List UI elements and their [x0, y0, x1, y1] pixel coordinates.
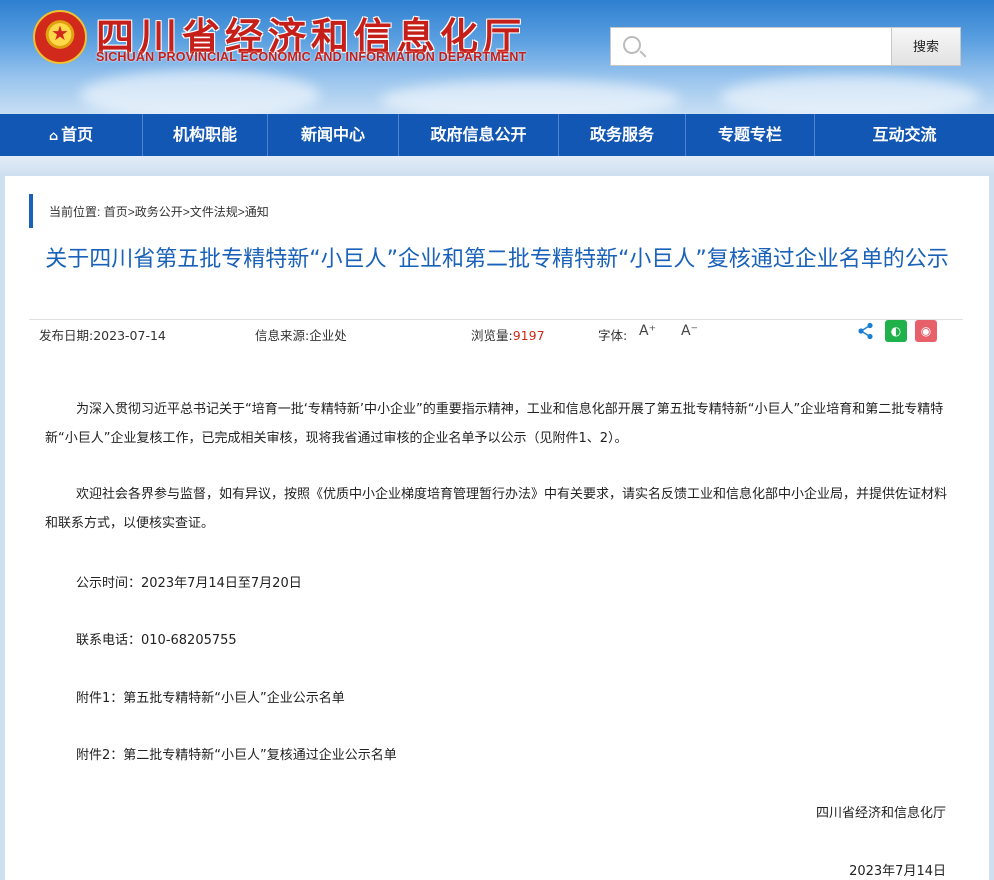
breadcrumb-marker	[29, 194, 33, 228]
attachment-1-link[interactable]: 附件1：第五批专精特新“小巨人”企业公示名单	[76, 687, 345, 706]
breadcrumb: 当前位置: 首页>政务公开>文件法规>通知	[49, 203, 269, 220]
nav-item-home[interactable]: ⌂ 首页	[0, 114, 143, 156]
font-decrease-button[interactable]: A⁻	[681, 323, 698, 339]
home-icon: ⌂	[48, 129, 59, 144]
national-emblem-icon	[33, 10, 87, 64]
search-box	[610, 27, 892, 66]
article-title: 关于四川省第五批专精特新“小巨人”企业和第二批专精特新“小巨人”复核通过企业名单…	[45, 247, 949, 272]
banner-band	[0, 156, 994, 176]
notice-time: 公示时间：2023年7月14日至7月20日	[76, 576, 302, 591]
article-paragraph-2: 欢迎社会各界参与监督，如有异议，按照《优质中小企业梯度培育管理暂行办法》中有关要…	[45, 487, 948, 531]
wechat-icon[interactable]: ◐	[885, 320, 907, 342]
search-button[interactable]: 搜索	[891, 27, 961, 66]
share-icon[interactable]	[857, 322, 875, 340]
attachment-2-link[interactable]: 附件2：第二批专精特新“小巨人”复核通过企业公示名单	[76, 744, 397, 763]
search-icon	[623, 36, 641, 54]
main-nav: ⌂ 首页 机构职能 新闻中心 政府信息公开 政务服务 专题专栏 互动交流	[0, 114, 994, 156]
site-header: 四川省经济和信息化厅 SICHUAN PROVINCIAL ECONOMIC A…	[0, 0, 994, 114]
weibo-icon[interactable]: ◉	[915, 320, 937, 342]
nav-item-interaction[interactable]: 互动交流	[815, 114, 994, 156]
signature-date: 2023年7月14日	[849, 864, 946, 879]
signature-org: 四川省经济和信息化厅	[815, 806, 946, 821]
article-meta: 发布日期:2023-07-14 信息来源:企业处 浏览量:9197 字体: A⁺…	[29, 319, 963, 349]
views-count: 9197	[512, 328, 545, 343]
font-increase-button[interactable]: A⁺	[639, 323, 656, 339]
article-container: 当前位置: 首页>政务公开>文件法规>通知 关于四川省第五批专精特新“小巨人”企…	[5, 176, 989, 880]
nav-item-news[interactable]: 新闻中心	[268, 114, 399, 156]
nav-item-services[interactable]: 政务服务	[559, 114, 686, 156]
views: 浏览量:9197	[471, 328, 545, 343]
nav-item-gov-info[interactable]: 政府信息公开	[399, 114, 559, 156]
breadcrumb-path[interactable]: 首页>政务公开>文件法规>通知	[104, 205, 269, 219]
publish-date: 发布日期:2023-07-14	[39, 328, 166, 343]
article-paragraph-1: 为深入贯彻习近平总书记关于“培育一批‘专精特新’中小企业”的重要指示精神，工业和…	[45, 402, 944, 446]
contact-phone: 联系电话：010-68205755	[76, 633, 237, 648]
nav-item-structure[interactable]: 机构职能	[143, 114, 268, 156]
source: 信息来源:企业处	[255, 328, 347, 343]
site-subtitle: SICHUAN PROVINCIAL ECONOMIC AND INFORMAT…	[96, 50, 527, 64]
breadcrumb-prefix: 当前位置:	[49, 205, 101, 219]
search-input[interactable]	[653, 30, 885, 63]
font-size-label: 字体:	[598, 328, 628, 343]
nav-item-topics[interactable]: 专题专栏	[686, 114, 815, 156]
